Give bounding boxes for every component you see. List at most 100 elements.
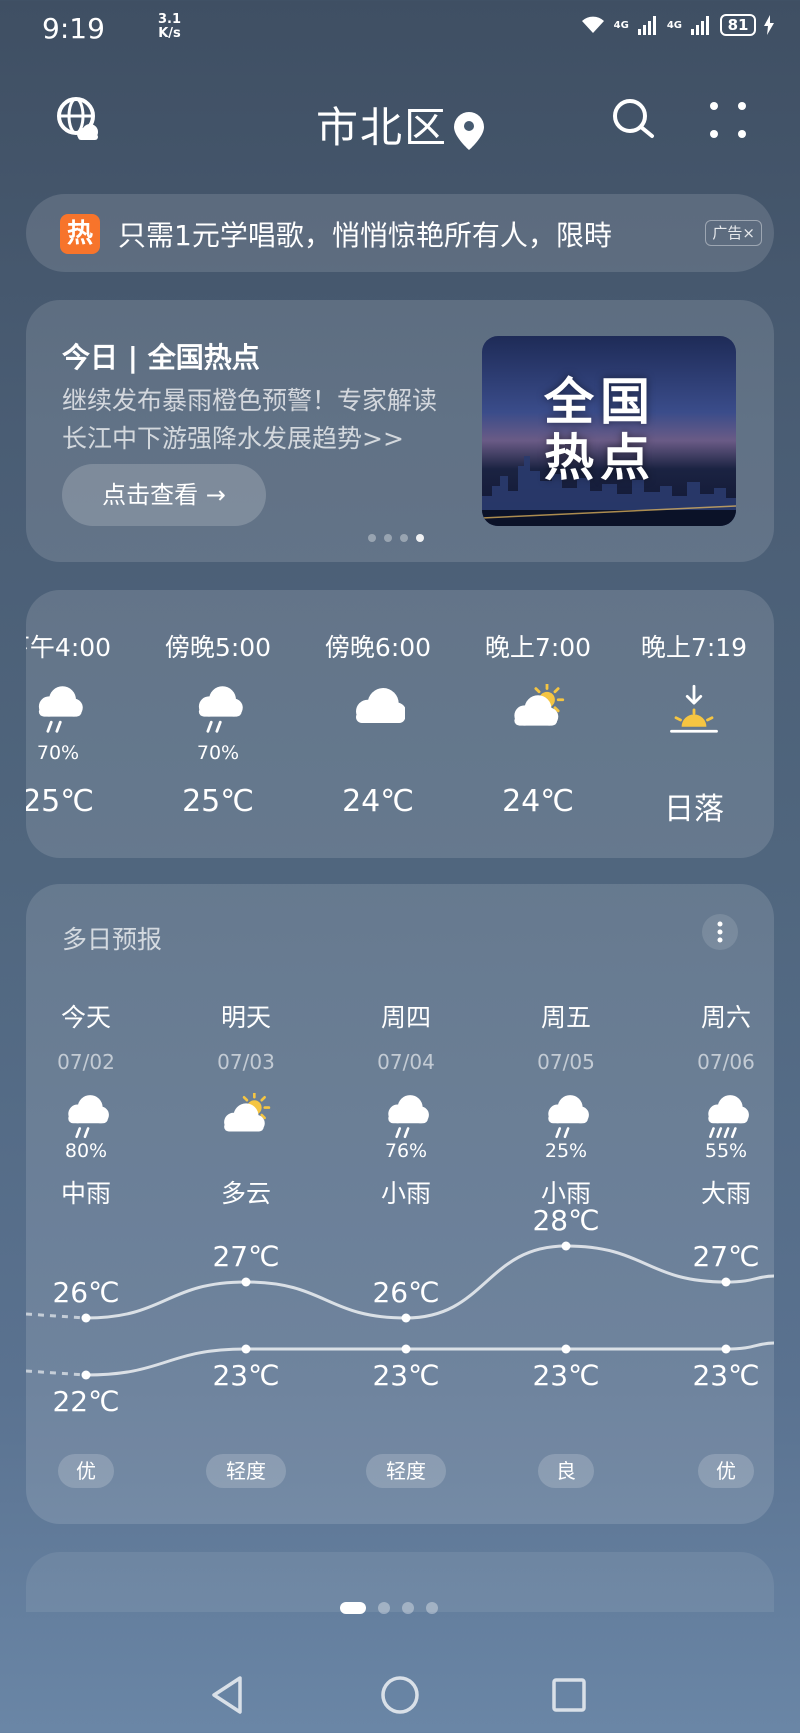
daily-icon-wrap: [486, 1090, 646, 1146]
hourly-time: 晚上7:19: [640, 633, 748, 662]
hourly-forecast[interactable]: 下午4:00 70% 25℃ 傍晚5:00 70% 25℃ 傍晚6:00 24℃…: [26, 590, 774, 858]
low-temp-point: [561, 1344, 571, 1354]
high-temp-point: [561, 1241, 571, 1251]
signal-1-label: 4G: [613, 19, 629, 31]
page-dot[interactable]: [402, 1602, 414, 1614]
partly-cloudy-icon: [514, 684, 565, 726]
city-name: 市北区: [315, 103, 448, 152]
high-temp-past-dash: [26, 1312, 87, 1320]
carousel-dot: [384, 534, 392, 542]
rain-cloud-icon: [38, 686, 83, 733]
daily-forecast[interactable]: 多日预报 26℃ 27℃ 26℃ 28℃ 27℃ 22℃ 23℃ 23℃ 23℃ 23℃ 今天 0…: [26, 884, 774, 1524]
daily-precip: 55%: [704, 1140, 748, 1162]
hourly-temp: 24℃: [342, 784, 414, 819]
rain-cloud-icon: [198, 686, 243, 733]
daily-day: 周五: [540, 1003, 591, 1032]
status-icons: 4G 4G 81: [580, 14, 774, 36]
low-temp-point: [401, 1344, 411, 1354]
hourly-precip: 70%: [196, 742, 240, 764]
hot-badge: 热: [60, 214, 100, 254]
daily-item[interactable]: 周四 07/04 76% 小雨: [326, 998, 486, 1210]
daily-date: 07/06: [697, 1050, 755, 1074]
page-dot[interactable]: [378, 1602, 390, 1614]
hourly-precip: [298, 742, 458, 764]
news-body: 继续发布暴雨橙色预警！专家解读长江中下游强降水发展趋势>>: [62, 386, 438, 453]
daily-item[interactable]: 周六 07/06 55% 大雨: [646, 998, 800, 1210]
network-speed: 3.1 K/s: [158, 13, 181, 41]
daily-condition: 多云: [220, 1179, 271, 1208]
low-temp-label: 22℃: [52, 1385, 119, 1418]
high-temp-point: [241, 1277, 251, 1287]
hourly-item[interactable]: 傍晚6:00 24℃: [298, 628, 458, 819]
daily-precip: 80%: [64, 1140, 108, 1162]
signal-2-label: 4G: [666, 19, 682, 31]
daily-day: 周四: [380, 1003, 431, 1032]
daily-item[interactable]: 周五 07/05 25% 小雨: [486, 998, 646, 1210]
aqi-badge: 良: [538, 1454, 594, 1488]
hourly-time: 晚上7:00: [484, 633, 592, 662]
daily-menu-icon[interactable]: [702, 914, 738, 950]
battery-icon: 81: [720, 14, 756, 36]
location-pin-icon: [454, 111, 484, 150]
low-temp-line: [85, 1341, 774, 1377]
ad-text[interactable]: 只需1元学唱歌，悄悄惊艳所有人，限時: [118, 214, 678, 254]
hourly-item[interactable]: 晚上7:00 24℃: [458, 628, 618, 819]
hourly-precip: [614, 742, 774, 764]
daily-icon-wrap: [326, 1090, 486, 1146]
back-icon[interactable]: [204, 1670, 254, 1720]
high-temp-line: [85, 1244, 774, 1320]
daily-date: 07/05: [537, 1050, 595, 1074]
heavy-rain-cloud-icon: [708, 1095, 749, 1139]
city-page-indicator[interactable]: [340, 1602, 438, 1614]
system-nav-bar: [0, 1660, 800, 1733]
low-temp-past-dash: [26, 1369, 87, 1377]
hourly-item[interactable]: 下午4:00 70% 25℃: [26, 628, 138, 819]
home-icon[interactable]: [375, 1670, 425, 1720]
news-image-caption: 全国 热点: [544, 374, 656, 486]
recents-icon[interactable]: [544, 1670, 594, 1720]
carousel-dot: [400, 534, 408, 542]
daily-item[interactable]: 今天 07/02 80% 中雨: [6, 998, 166, 1210]
ad-close-tag[interactable]: 广告×: [705, 220, 762, 246]
hourly-icon-wrap: [614, 676, 774, 746]
charging-icon: [764, 15, 774, 35]
low-temp-point: [81, 1370, 91, 1380]
news-card[interactable]: 今日 | 全国热点 继续发布暴雨橙色预警！专家解读长江中下游强降水发展趋势>> …: [26, 300, 774, 562]
hourly-temp: 24℃: [502, 784, 574, 819]
news-image[interactable]: 全国 热点: [482, 336, 736, 526]
low-temp-label: 23℃: [692, 1359, 759, 1392]
high-temp-point: [721, 1277, 731, 1287]
view-details-button[interactable]: 点击查看 →: [62, 464, 266, 526]
page-dot-active[interactable]: [340, 1602, 366, 1614]
news-image-caption-line2: 热点: [544, 429, 656, 487]
high-temp-label: 27℃: [212, 1240, 279, 1273]
hourly-icon-wrap: [298, 676, 458, 746]
hourly-icon-wrap: [458, 676, 618, 746]
signal-1-icon: [637, 16, 656, 35]
news-headline: 今日 | 全国热点: [62, 341, 260, 374]
page-dot[interactable]: [426, 1602, 438, 1614]
low-temp-point: [241, 1344, 251, 1354]
aqi-badge: 轻度: [366, 1454, 446, 1488]
hourly-time: 傍晚6:00: [324, 633, 432, 662]
daily-day: 周六: [700, 1003, 751, 1032]
search-icon[interactable]: [610, 96, 656, 142]
daily-precip: [166, 1140, 326, 1162]
daily-icon-wrap: [646, 1090, 800, 1146]
network-speed-unit: K/s: [158, 26, 181, 41]
daily-condition: 大雨: [700, 1179, 751, 1208]
hourly-item[interactable]: 晚上7:19 日落: [614, 628, 774, 828]
city-title[interactable]: 市北区: [0, 94, 800, 155]
hourly-item[interactable]: 傍晚5:00 70% 25℃: [138, 628, 298, 819]
daily-item[interactable]: 明天 07/03 多云: [166, 998, 326, 1210]
ad-banner[interactable]: 热 只需1元学唱歌，悄悄惊艳所有人，限時 广告×: [26, 194, 774, 272]
high-temp-point: [81, 1313, 91, 1323]
daily-icon-wrap: [166, 1090, 326, 1146]
hourly-temp: 25℃: [26, 784, 94, 819]
wifi-icon: [581, 16, 604, 33]
hourly-temp: 25℃: [182, 784, 254, 819]
more-options-icon[interactable]: [706, 98, 750, 142]
daily-icon-wrap: [6, 1090, 166, 1146]
aqi-badge: 优: [698, 1454, 754, 1488]
high-temp-point: [401, 1313, 411, 1323]
